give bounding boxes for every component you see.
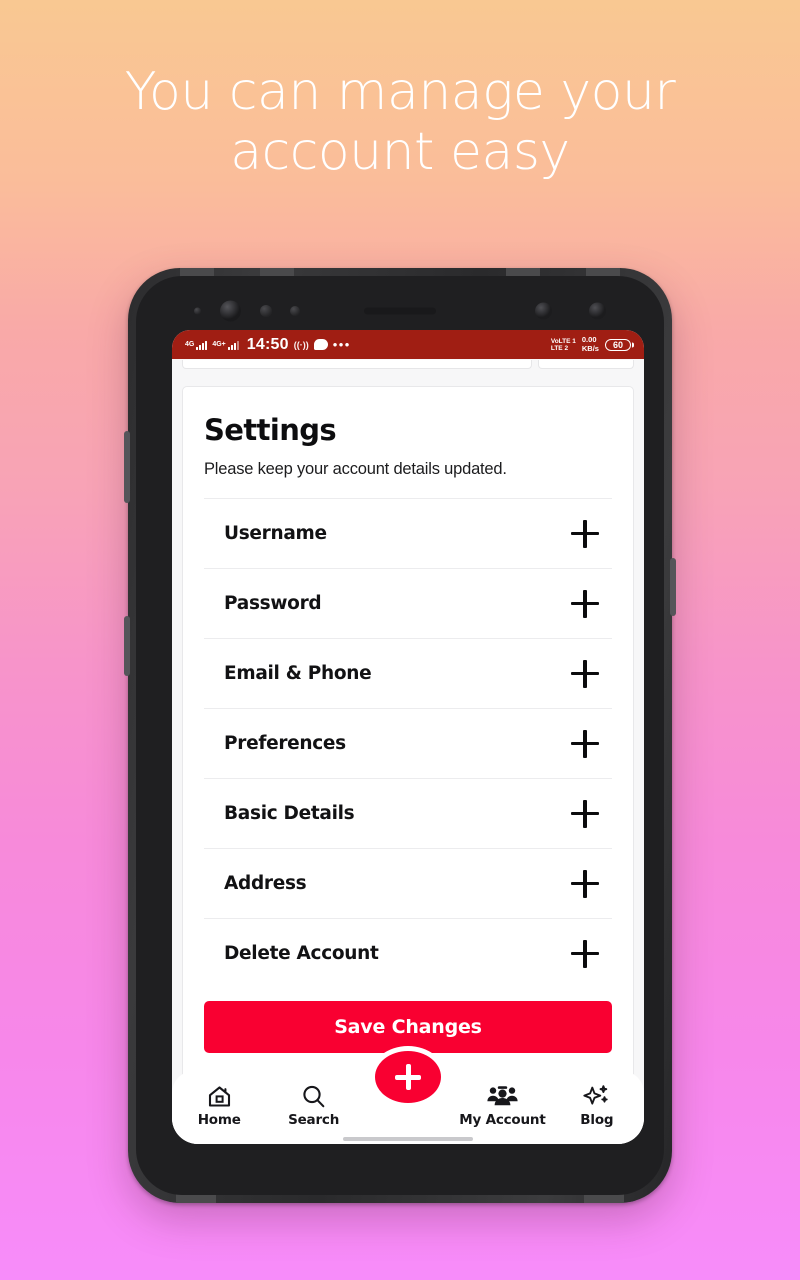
network-speed-indicator: 0.00 KB/s xyxy=(581,335,599,353)
volte-line-2: LTE 2 xyxy=(550,344,569,352)
volte-indicator: VoLTE 1 LTE 2 xyxy=(551,338,576,352)
settings-row-label: Email & Phone xyxy=(224,663,372,684)
page-title: Settings xyxy=(204,413,337,447)
sensor-dot-icon xyxy=(194,307,201,315)
settings-row-password[interactable]: Password xyxy=(204,568,612,638)
plus-icon[interactable] xyxy=(571,799,599,828)
nav-item-label: Blog xyxy=(580,1112,614,1128)
settings-row-preferences[interactable]: Preferences xyxy=(204,708,612,778)
app-content: Settings Please keep your account detail… xyxy=(172,359,644,1144)
sensor-dot-icon xyxy=(290,306,300,316)
earpiece-speaker xyxy=(364,307,436,315)
status-bar-left: 4G 4G+ 14:50 ((·)) ••• xyxy=(185,336,351,354)
network-speed-unit: KB/s xyxy=(581,343,599,353)
settings-row-email-phone[interactable]: Email & Phone xyxy=(204,638,612,708)
more-dots-icon: ••• xyxy=(332,336,351,352)
promo-headline: You can manage your account easy xyxy=(0,62,800,182)
headline-line-2: account easy xyxy=(230,122,570,182)
nav-item-blog[interactable]: Blog xyxy=(550,1083,644,1128)
settings-row-label: Basic Details xyxy=(224,803,355,824)
status-bar-right: VoLTE 1 LTE 2 0.00 KB/s 60 xyxy=(551,335,631,353)
nav-item-search[interactable]: Search xyxy=(266,1083,360,1128)
search-icon xyxy=(301,1083,326,1109)
settings-row-username[interactable]: Username xyxy=(204,498,612,568)
settings-row-label: Delete Account xyxy=(224,943,379,964)
settings-row-label: Password xyxy=(224,593,322,614)
settings-row-label: Preferences xyxy=(224,733,346,754)
plus-icon[interactable] xyxy=(571,939,599,968)
partial-card xyxy=(538,360,634,369)
nav-item-my-account[interactable]: My Account xyxy=(455,1083,549,1128)
phone-device-mockup: 4G 4G+ 14:50 ((·)) ••• VoLTE 1 LTE 2 0.0… xyxy=(124,268,676,1203)
nav-item-label: My Account xyxy=(459,1112,546,1128)
settings-row-label: Address xyxy=(224,873,307,894)
headline-line-1: You can manage your xyxy=(124,62,676,122)
sim2-signal-icon: 4G+ xyxy=(212,340,239,350)
volume-down-button[interactable] xyxy=(124,616,130,676)
page-subtitle: Please keep your account details updated… xyxy=(204,460,507,478)
cast-icon: ((·)) xyxy=(293,339,309,350)
sparkles-icon xyxy=(583,1083,610,1109)
settings-card: Settings Please keep your account detail… xyxy=(182,386,634,1098)
home-icon xyxy=(207,1083,232,1109)
power-button[interactable] xyxy=(670,558,676,616)
settings-list: Username Password Email & Phone Preferen… xyxy=(204,498,612,988)
front-sensor-array xyxy=(136,298,664,324)
partial-card xyxy=(182,360,532,369)
sensor-dot-icon xyxy=(260,305,272,317)
nav-item-label: Home xyxy=(197,1112,241,1128)
plus-icon[interactable] xyxy=(571,589,599,618)
front-camera-icon xyxy=(220,300,241,322)
people-group-icon xyxy=(487,1083,518,1109)
settings-row-address[interactable]: Address xyxy=(204,848,612,918)
phone-screen: 4G 4G+ 14:50 ((·)) ••• VoLTE 1 LTE 2 0.0… xyxy=(172,330,644,1144)
phone-bezel: 4G 4G+ 14:50 ((·)) ••• VoLTE 1 LTE 2 0.0… xyxy=(136,276,664,1195)
battery-indicator: 60 xyxy=(604,338,631,351)
nav-item-label: Search xyxy=(288,1112,340,1128)
plus-icon[interactable] xyxy=(571,729,599,758)
sim2-network-label: 4G+ xyxy=(212,340,226,348)
status-bar-clock: 14:50 xyxy=(246,335,289,353)
volume-up-button[interactable] xyxy=(124,431,130,503)
nav-item-home[interactable]: Home xyxy=(172,1083,266,1128)
settings-row-basic-details[interactable]: Basic Details xyxy=(204,778,612,848)
bottom-navigation-bar: Home Search My Account Blog xyxy=(172,1046,644,1144)
volte-line-1: VoLTE 1 xyxy=(550,337,576,345)
settings-row-label: Username xyxy=(224,523,327,544)
status-bar: 4G 4G+ 14:50 ((·)) ••• VoLTE 1 LTE 2 0.0… xyxy=(172,330,644,359)
plus-icon[interactable] xyxy=(571,659,599,688)
add-floating-action-button[interactable] xyxy=(370,1046,446,1108)
scrolled-off-cards-strip xyxy=(182,359,634,369)
chat-bubble-icon xyxy=(313,339,328,350)
plus-icon[interactable] xyxy=(571,869,599,898)
plus-icon[interactable] xyxy=(571,519,599,548)
settings-row-delete-account[interactable]: Delete Account xyxy=(204,918,612,988)
sim1-signal-icon: 4G xyxy=(185,340,208,350)
sim1-network-label: 4G xyxy=(185,340,195,348)
plus-icon xyxy=(395,1064,421,1090)
home-indicator xyxy=(343,1137,473,1141)
sensor-dot-icon xyxy=(535,302,552,320)
sensor-dot-icon xyxy=(589,302,606,320)
